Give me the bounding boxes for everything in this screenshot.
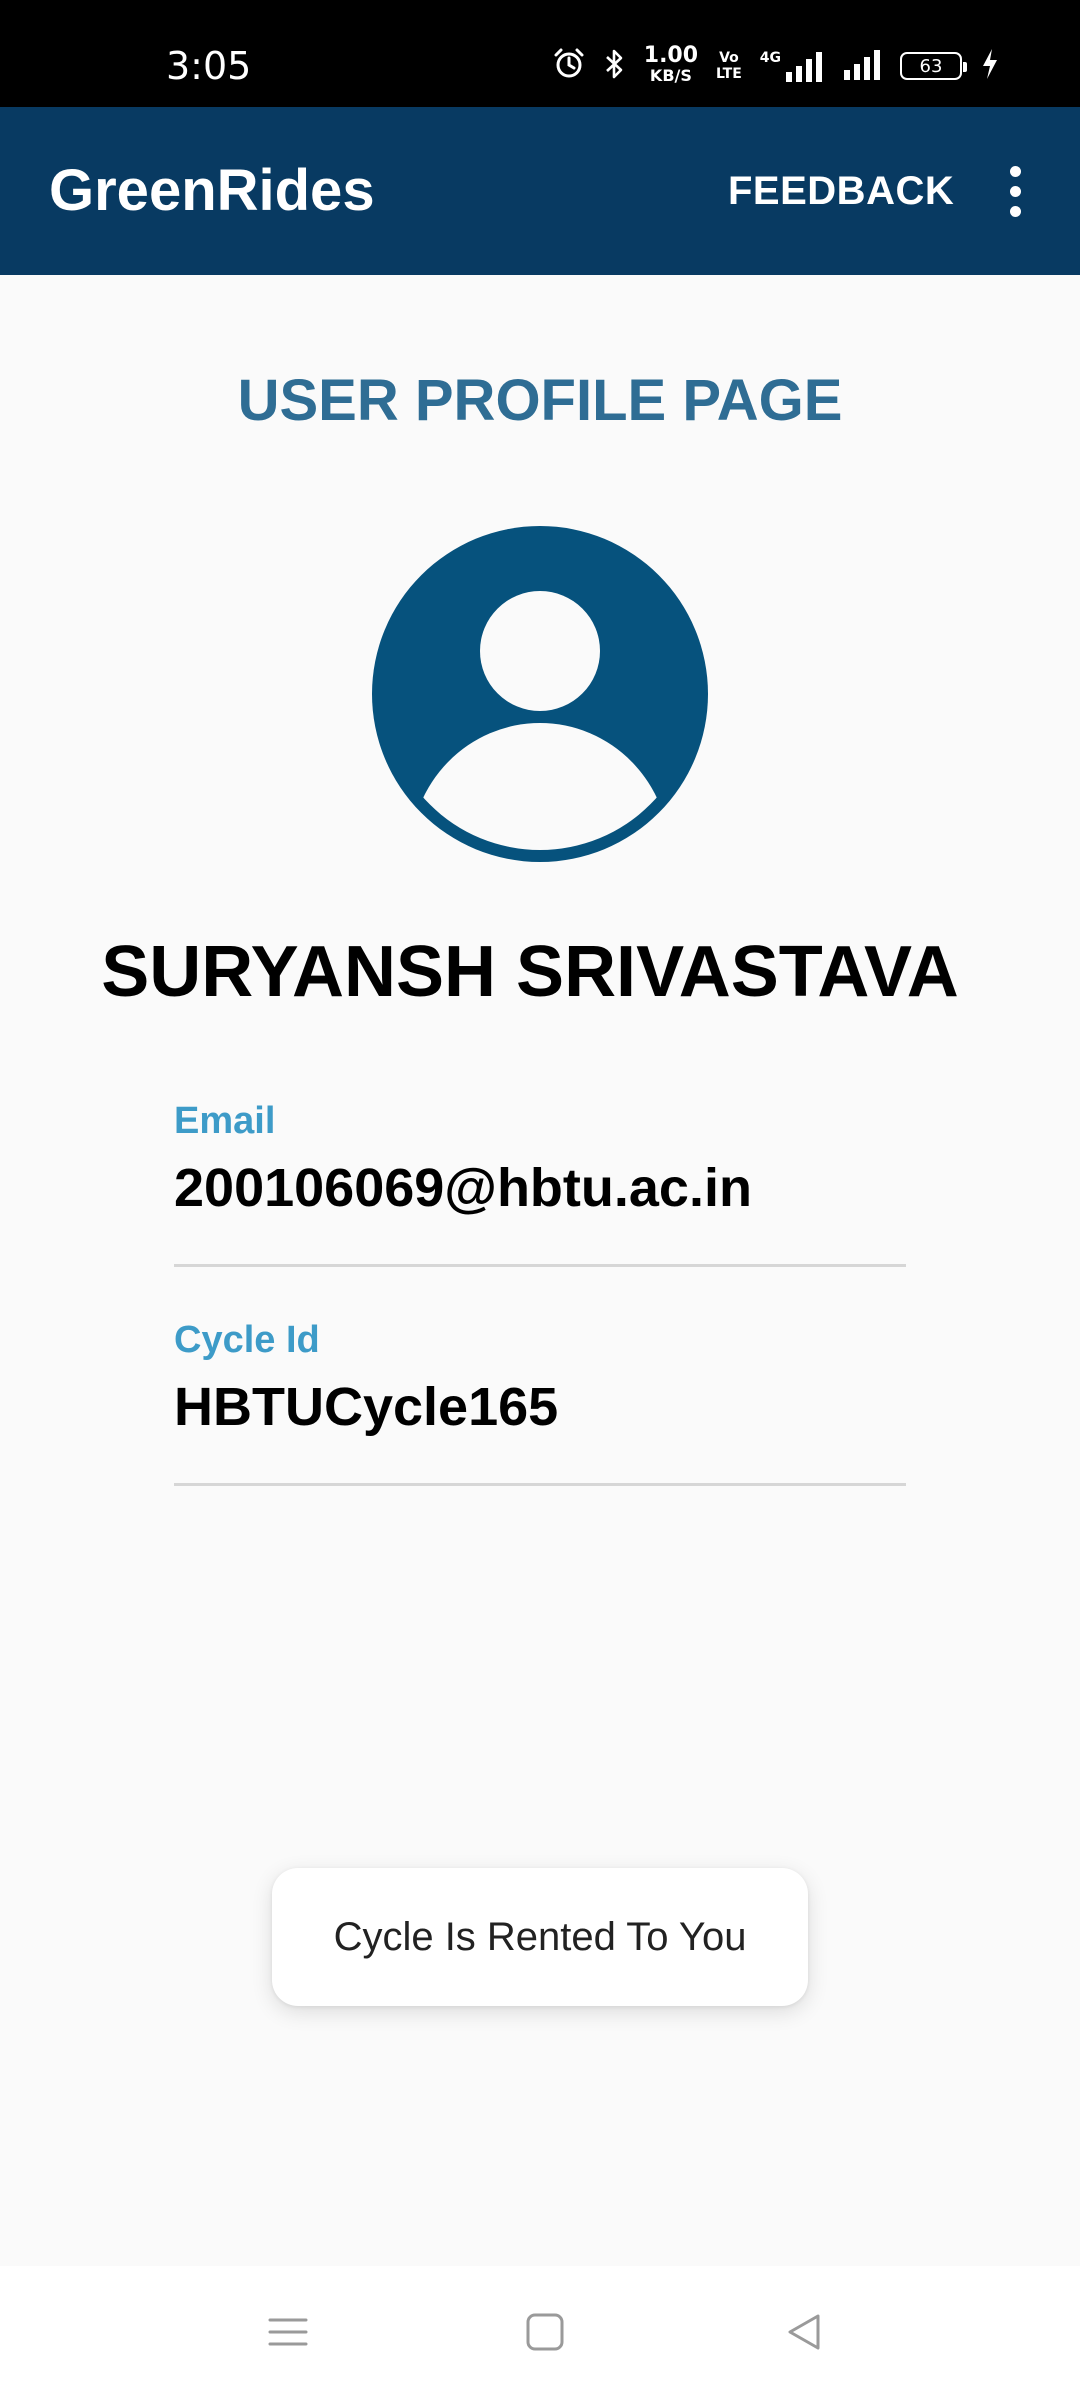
- net-speed-value: 1.00: [643, 43, 699, 68]
- alarm-icon: [552, 47, 586, 86]
- recent-apps-icon[interactable]: [252, 2296, 324, 2368]
- battery-level: 63: [919, 55, 943, 77]
- volte-top: Vo: [719, 50, 739, 66]
- status-time: 3:05: [166, 44, 252, 88]
- more-vert-icon[interactable]: [990, 159, 1040, 223]
- email-label: Email: [174, 1100, 276, 1142]
- navigation-bar: [0, 2266, 1080, 2400]
- app-bar: GreenRides FEEDBACK: [0, 107, 1080, 275]
- signal-icon: 4G: [760, 50, 824, 82]
- home-icon[interactable]: [509, 2296, 581, 2368]
- battery-icon: 63: [900, 52, 967, 80]
- account-circle-icon: [372, 526, 708, 862]
- network-type: 4G: [759, 50, 781, 66]
- app-title: GreenRides: [49, 158, 375, 223]
- user-name: SURYANSH SRIVASTAVA: [101, 932, 959, 1012]
- email-field[interactable]: Email 200106069@hbtu.ac.in: [174, 1099, 906, 1267]
- charging-icon: [980, 47, 1000, 86]
- signal-icon-2: [842, 48, 882, 85]
- back-icon[interactable]: [768, 2296, 840, 2368]
- cycle-id-field[interactable]: Cycle Id HBTUCycle165: [174, 1318, 906, 1486]
- bluetooth-icon: [604, 47, 626, 86]
- email-underline: [174, 1264, 906, 1267]
- page-title: USER PROFILE PAGE: [237, 368, 843, 433]
- cycle-id-underline: [174, 1483, 906, 1486]
- volte-bottom: LTE: [716, 66, 742, 82]
- net-speed: 1.00 KB/S: [643, 43, 699, 86]
- email-value[interactable]: 200106069@hbtu.ac.in: [174, 1157, 906, 1219]
- cycle-id-value[interactable]: HBTUCycle165: [174, 1376, 906, 1438]
- feedback-button[interactable]: FEEDBACK: [728, 163, 954, 219]
- toast-message: Cycle Is Rented To You: [272, 1868, 808, 2006]
- status-bar: 3:05 1.00 KB/S Vo LTE 4G 63: [0, 0, 1080, 107]
- net-speed-unit: KB/S: [649, 66, 692, 85]
- cycle-id-label: Cycle Id: [174, 1319, 320, 1361]
- volte-indicator: Vo LTE: [716, 50, 742, 82]
- status-icons: 1.00 KB/S Vo LTE 4G 63: [552, 44, 1000, 88]
